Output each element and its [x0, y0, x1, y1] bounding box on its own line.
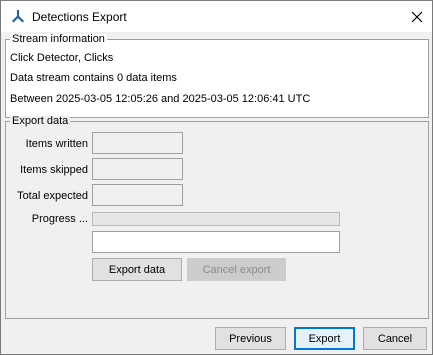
export-data-legend: Export data	[10, 115, 71, 127]
app-icon	[12, 10, 24, 23]
stream-item-count: Data stream contains 0 data items	[10, 72, 177, 84]
stream-information-legend: Stream information	[10, 33, 107, 45]
export-data-button[interactable]: Export data	[92, 258, 182, 281]
cancel-export-button[interactable]: Cancel export	[187, 258, 286, 281]
items-skipped-label: Items skipped	[20, 164, 88, 176]
previous-button[interactable]: Previous	[215, 327, 286, 350]
items-written-field	[92, 132, 183, 154]
export-data-group: Export data Items written Items skipped …	[5, 116, 429, 319]
stream-name: Click Detector, Clicks	[10, 52, 114, 64]
window-title: Detections Export	[32, 10, 127, 24]
progress-label: Progress ...	[31, 213, 88, 225]
total-expected-label: Total expected	[17, 190, 88, 202]
dialog-body: Stream information Click Detector, Click…	[1, 32, 432, 354]
total-expected-field	[92, 184, 183, 206]
stream-time-range: Between 2025-03-05 12:05:26 and 2025-03-…	[10, 93, 311, 105]
title-bar: Detections Export	[1, 1, 432, 32]
items-skipped-field	[92, 158, 183, 180]
close-icon	[411, 11, 422, 22]
dialog-window: Detections Export Stream information Cli…	[0, 0, 433, 355]
close-button[interactable]	[401, 2, 432, 31]
items-written-label: Items written	[25, 138, 88, 150]
stream-information-group: Stream information Click Detector, Click…	[5, 34, 429, 118]
export-button[interactable]: Export	[294, 327, 355, 350]
cancel-button[interactable]: Cancel	[363, 327, 427, 350]
status-field	[92, 231, 340, 253]
progress-bar	[92, 212, 340, 226]
